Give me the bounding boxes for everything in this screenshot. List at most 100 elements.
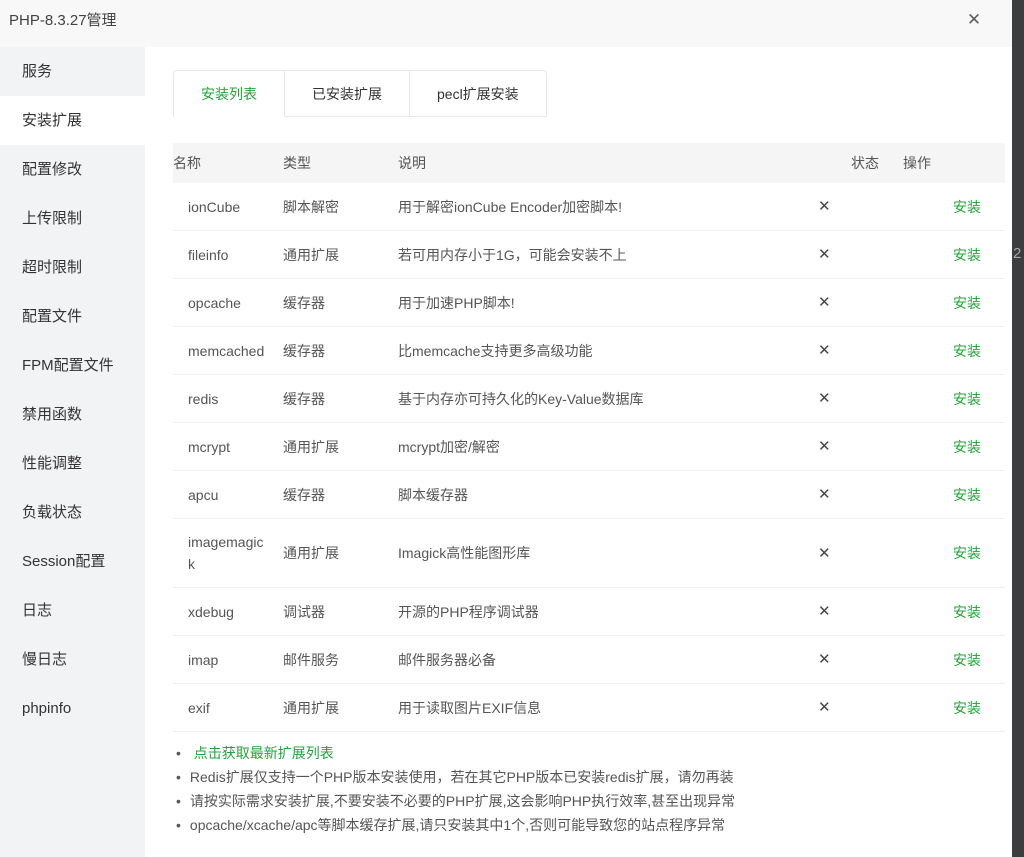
install-link[interactable]: 安装: [953, 343, 981, 359]
background-strip-text: 2: [1013, 245, 1021, 262]
extension-description: 脚本缓存器: [398, 471, 818, 519]
table-row: ionCube 脚本解密 用于解密ionCube Encoder加密脚本! ✕ …: [173, 183, 1005, 231]
install-link[interactable]: 安装: [953, 652, 981, 668]
extension-type: 缓存器: [283, 327, 398, 375]
tab-bar: 安装列表 已安装扩展 pecl扩展安装: [173, 70, 547, 117]
install-link[interactable]: 安装: [953, 199, 981, 215]
extensions-table: 名称 类型 说明 状态 操作 ionCube 脚本解密 用于解密ionCube …: [173, 143, 1005, 732]
sidebar-item-label: 安装扩展: [22, 112, 82, 129]
extension-name: ionCube: [173, 183, 283, 231]
status-not-installed-icon: ✕: [818, 198, 831, 215]
table-row: mcrypt 通用扩展 mcrypt加密/解密 ✕ 安装: [173, 423, 1005, 471]
extension-description: 用于加速PHP脚本!: [398, 279, 818, 327]
sidebar-item[interactable]: 禁用函数: [0, 390, 145, 439]
sidebar-item-label: 配置修改: [22, 161, 82, 178]
table-row: xdebug 调试器 开源的PHP程序调试器 ✕ 安装: [173, 588, 1005, 636]
sidebar-item-label: 日志: [22, 602, 52, 619]
sidebar-item[interactable]: 超时限制: [0, 243, 145, 292]
sidebar-item-label: 慢日志: [22, 651, 67, 668]
install-link[interactable]: 安装: [953, 247, 981, 263]
extension-name: imagemagick: [173, 519, 283, 588]
extension-description: mcrypt加密/解密: [398, 423, 818, 471]
sidebar-item[interactable]: FPM配置文件: [0, 341, 145, 390]
sidebar-item-label: 性能调整: [22, 455, 82, 472]
note-item: Redis扩展仅支持一个PHP版本安装使用，若在其它PHP版本已安装redis扩…: [176, 768, 1005, 787]
extension-name: redis: [173, 375, 283, 423]
status-not-installed-icon: ✕: [818, 545, 831, 562]
sidebar-item[interactable]: 配置修改: [0, 145, 145, 194]
note-item: opcache/xcache/apc等脚本缓存扩展,请只安装其中1个,否则可能导…: [176, 816, 1005, 835]
extension-type: 通用扩展: [283, 423, 398, 471]
extension-type: 缓存器: [283, 375, 398, 423]
extension-name: mcrypt: [173, 423, 283, 471]
extension-name: apcu: [173, 471, 283, 519]
table-row: memcached 缓存器 比memcache支持更多高级功能 ✕ 安装: [173, 327, 1005, 375]
sidebar-item[interactable]: 性能调整: [0, 439, 145, 488]
sidebar-item[interactable]: Session配置: [0, 537, 145, 586]
tab-label: 已安装扩展: [312, 86, 382, 102]
table-row: fileinfo 通用扩展 若可用内存小于1G，可能会安装不上 ✕ 安装: [173, 231, 1005, 279]
table-header-row: 名称 类型 说明 状态 操作: [173, 143, 1005, 183]
status-not-installed-icon: ✕: [818, 699, 831, 716]
sidebar-item[interactable]: 服务: [0, 47, 145, 96]
sidebar-item[interactable]: 日志: [0, 586, 145, 635]
note-item: 请按实际需求安装扩展,不要安装不必要的PHP扩展,这会影响PHP执行效率,甚至出…: [176, 792, 1005, 811]
sidebar-item[interactable]: 慢日志: [0, 635, 145, 684]
install-link[interactable]: 安装: [953, 295, 981, 311]
sidebar-item-label: 禁用函数: [22, 406, 82, 423]
column-header: 名称: [173, 143, 283, 183]
status-not-installed-icon: ✕: [818, 390, 831, 407]
table-row: imap 邮件服务 邮件服务器必备 ✕ 安装: [173, 636, 1005, 684]
extension-type: 通用扩展: [283, 684, 398, 732]
extension-description: Imagick高性能图形库: [398, 519, 818, 588]
close-icon[interactable]: ✕: [962, 8, 986, 32]
install-link[interactable]: 安装: [953, 700, 981, 716]
column-header: 说明: [398, 143, 818, 183]
install-link[interactable]: 安装: [953, 487, 981, 503]
status-not-installed-icon: ✕: [818, 342, 831, 359]
extension-description: 若可用内存小于1G，可能会安装不上: [398, 231, 818, 279]
status-not-installed-icon: ✕: [818, 294, 831, 311]
extension-description: 邮件服务器必备: [398, 636, 818, 684]
sidebar-item-label: FPM配置文件: [22, 357, 114, 374]
tab[interactable]: pecl扩展安装: [410, 71, 547, 117]
sidebar-item-label: phpinfo: [22, 700, 71, 717]
extension-name: xdebug: [173, 588, 283, 636]
table-row: redis 缓存器 基于内存亦可持久化的Key-Value数据库 ✕ 安装: [173, 375, 1005, 423]
tab[interactable]: 安装列表: [174, 71, 285, 117]
extension-type: 调试器: [283, 588, 398, 636]
install-link[interactable]: 安装: [953, 391, 981, 407]
status-not-installed-icon: ✕: [818, 486, 831, 503]
extension-description: 比memcache支持更多高级功能: [398, 327, 818, 375]
refresh-extensions-link[interactable]: 点击获取最新扩展列表: [194, 745, 334, 761]
sidebar-item-label: 超时限制: [22, 259, 82, 276]
sidebar-item-label: 配置文件: [22, 308, 82, 325]
note-item: 点击获取最新扩展列表: [176, 744, 1005, 763]
status-not-installed-icon: ✕: [818, 651, 831, 668]
column-header: 类型: [283, 143, 398, 183]
tab-label: 安装列表: [201, 86, 257, 102]
sidebar-item[interactable]: 安装扩展: [0, 96, 145, 145]
extension-name: memcached: [173, 327, 283, 375]
tab[interactable]: 已安装扩展: [285, 71, 410, 117]
table-row: apcu 缓存器 脚本缓存器 ✕ 安装: [173, 471, 1005, 519]
install-link[interactable]: 安装: [953, 604, 981, 620]
extension-type: 脚本解密: [283, 183, 398, 231]
extension-name: imap: [173, 636, 283, 684]
status-not-installed-icon: ✕: [818, 603, 831, 620]
install-link[interactable]: 安装: [953, 545, 981, 561]
sidebar-item[interactable]: 配置文件: [0, 292, 145, 341]
column-header: 操作: [903, 143, 1005, 183]
background-strip: 2: [1012, 0, 1024, 857]
sidebar-item[interactable]: 负载状态: [0, 488, 145, 537]
extension-type: 邮件服务: [283, 636, 398, 684]
status-not-installed-icon: ✕: [818, 438, 831, 455]
main-content: 安装列表 已安装扩展 pecl扩展安装 名称 类型 说明: [173, 70, 1005, 840]
extension-description: 用于读取图片EXIF信息: [398, 684, 818, 732]
sidebar-item-label: 服务: [22, 63, 52, 80]
sidebar-item[interactable]: 上传限制: [0, 194, 145, 243]
install-link[interactable]: 安装: [953, 439, 981, 455]
sidebar-item[interactable]: phpinfo: [0, 684, 145, 733]
column-header: 状态: [818, 143, 903, 183]
sidebar-item-label: Session配置: [22, 553, 105, 570]
